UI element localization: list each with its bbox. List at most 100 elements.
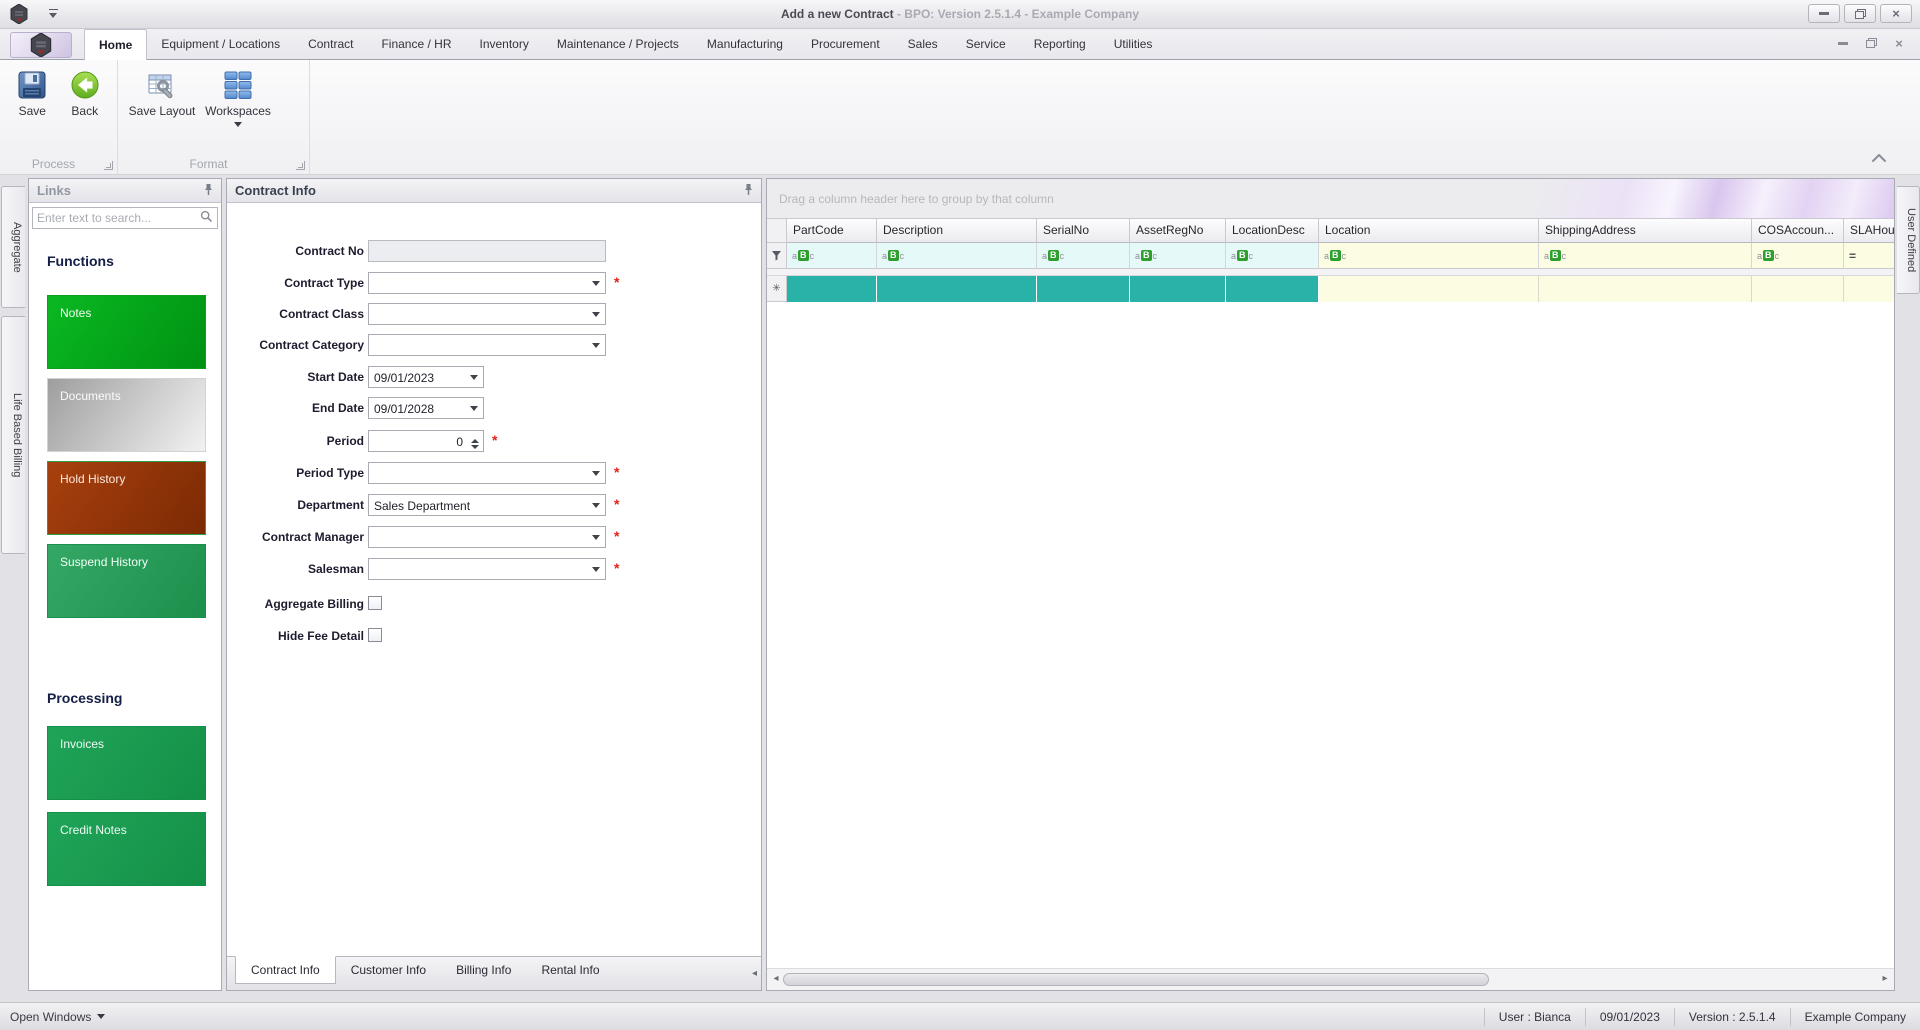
save-button[interactable]: Save [6, 64, 59, 118]
dialog-launcher-icon[interactable] [296, 161, 305, 170]
link-button-credit-notes[interactable]: Credit Notes [47, 812, 206, 886]
minimize-button[interactable] [1808, 4, 1840, 23]
filter-cell-serialno[interactable]: aBc [1037, 243, 1130, 269]
ribbon-tab-reporting[interactable]: Reporting [1020, 29, 1100, 60]
new-row-cell-location[interactable] [1319, 276, 1539, 302]
link-button-documents[interactable]: Documents [47, 378, 206, 452]
form-tab-contract-info[interactable]: Contract Info [235, 956, 336, 984]
scroll-left-icon[interactable]: ◂ [769, 972, 783, 986]
application-menu-button[interactable] [10, 32, 72, 58]
period-spinner[interactable]: 0 [368, 430, 484, 452]
form-tab-billing-info[interactable]: Billing Info [441, 957, 526, 985]
ribbon-tab-home[interactable]: Home [84, 29, 148, 60]
start-date-select[interactable]: 09/01/2023 [368, 366, 484, 388]
link-button-notes[interactable]: Notes [47, 295, 206, 369]
filter-cell-shippingaddress[interactable]: aBc [1539, 243, 1752, 269]
contract-no-field[interactable] [368, 240, 606, 262]
new-row-cell-locationdesc[interactable] [1226, 276, 1319, 302]
filter-indicator-cell[interactable] [767, 243, 787, 269]
ribbon-tab-inventory[interactable]: Inventory [465, 29, 542, 60]
new-row-cell-shippingaddress[interactable] [1539, 276, 1752, 302]
form-tab-customer-info[interactable]: Customer Info [336, 957, 441, 985]
column-header-serialno[interactable]: SerialNo [1037, 219, 1130, 243]
ribbon-tab-procurement[interactable]: Procurement [797, 29, 894, 60]
form-tab-strip: Contract Info Customer Info Billing Info Re… [227, 956, 761, 990]
filter-funnel-icon [772, 251, 781, 261]
aggregate-billing-checkbox[interactable] [368, 596, 382, 610]
salesman-select[interactable] [368, 558, 606, 580]
end-date-select[interactable]: 09/01/2028 [368, 397, 484, 419]
column-header-cosaccoun[interactable]: COSAccoun... [1752, 219, 1844, 243]
back-button[interactable]: Back [59, 64, 112, 118]
link-button-invoices[interactable]: Invoices [47, 726, 206, 800]
column-header-location[interactable]: Location [1319, 219, 1539, 243]
open-windows-button[interactable]: Open Windows [0, 1010, 106, 1024]
contract-manager-select[interactable] [368, 526, 606, 548]
collapse-ribbon-button[interactable] [1870, 152, 1888, 166]
ribbon-tab-maintenance-projects[interactable]: Maintenance / Projects [543, 29, 693, 60]
mdi-minimize-button[interactable] [1836, 36, 1850, 50]
ribbon-tab-service[interactable]: Service [952, 29, 1020, 60]
close-button[interactable]: × [1880, 4, 1912, 23]
filter-cell-assetregno[interactable]: aBc [1130, 243, 1226, 269]
ribbon-tab-equipment-locations[interactable]: Equipment / Locations [147, 29, 294, 60]
mdi-close-button[interactable]: × [1892, 36, 1906, 50]
new-row-cell-serialno[interactable] [1037, 276, 1130, 302]
column-header-locationdesc[interactable]: LocationDesc [1226, 219, 1319, 243]
ribbon-tab-finance-hr[interactable]: Finance / HR [367, 29, 465, 60]
scroll-right-icon[interactable]: ▸ [1878, 972, 1892, 986]
form-tab-rental-info[interactable]: Rental Info [526, 957, 614, 985]
column-header-assetregno[interactable]: AssetRegNo [1130, 219, 1226, 243]
new-row-cell-partcode[interactable] [787, 276, 877, 302]
side-tab-life-based-billing[interactable]: Life Based Billing [1, 316, 25, 554]
new-row-cell-slahour[interactable] [1844, 276, 1894, 302]
contract-class-select[interactable] [368, 303, 606, 325]
side-tab-user-defined[interactable]: User Defined [1897, 186, 1920, 294]
filter-cell-cosaccoun[interactable]: aBc [1752, 243, 1844, 269]
tab-scroll-left-icon[interactable]: ◂ [752, 968, 757, 979]
title-bar: Add a new Contract - BPO: Version 2.5.1.… [0, 0, 1920, 29]
link-button-hold-history[interactable]: Hold History [47, 461, 206, 535]
filter-cell-locationdesc[interactable]: aBc [1226, 243, 1319, 269]
spin-down-button[interactable] [468, 441, 482, 450]
ribbon-tab-manufacturing[interactable]: Manufacturing [693, 29, 797, 60]
restore-button[interactable] [1844, 4, 1876, 23]
link-button-suspend-history[interactable]: Suspend History [47, 544, 206, 618]
column-header-shippingaddress[interactable]: ShippingAddress [1539, 219, 1752, 243]
new-row-cell-assetregno[interactable] [1130, 276, 1226, 302]
side-tab-aggregate[interactable]: Aggregate [1, 186, 25, 308]
pin-icon[interactable] [744, 183, 753, 199]
ribbon-group-label: Process [31, 157, 76, 171]
new-row-cell-description[interactable] [877, 276, 1037, 302]
quick-access-dropdown[interactable] [48, 8, 60, 20]
hide-fee-detail-checkbox[interactable] [368, 628, 382, 642]
contract-type-select[interactable] [368, 272, 606, 294]
scrollbar-thumb[interactable] [783, 973, 1489, 986]
filter-cell-slahour[interactable]: = [1844, 243, 1894, 269]
save-layout-button[interactable]: Save Layout [124, 64, 200, 118]
column-header-partcode[interactable]: PartCode [787, 219, 877, 243]
search-icon[interactable] [200, 210, 213, 226]
ribbon-tab-contract[interactable]: Contract [294, 29, 367, 60]
ribbon-tab-sales[interactable]: Sales [894, 29, 952, 60]
department-select[interactable]: Sales Department [368, 494, 606, 516]
mdi-restore-button[interactable] [1864, 36, 1878, 50]
group-by-bar[interactable]: Drag a column header here to group by th… [767, 179, 1894, 219]
ribbon-tab-utilities[interactable]: Utilities [1100, 29, 1167, 60]
pin-icon[interactable] [204, 183, 213, 199]
contract-category-select[interactable] [368, 334, 606, 356]
column-header-slahour[interactable]: SLAHour [1844, 219, 1894, 243]
new-row-cell-cosaccoun[interactable] [1752, 276, 1844, 302]
filter-cell-location[interactable]: aBc [1319, 243, 1539, 269]
column-header-description[interactable]: Description [877, 219, 1037, 243]
spin-up-button[interactable] [468, 432, 482, 443]
period-type-select[interactable] [368, 462, 606, 484]
dialog-launcher-icon[interactable] [104, 161, 113, 170]
grid-empty-area[interactable] [767, 302, 1894, 968]
restore-icon [1854, 8, 1866, 19]
search-input[interactable] [37, 211, 200, 225]
chevron-down-icon [466, 368, 482, 386]
workspaces-button[interactable]: Workspaces [200, 64, 276, 131]
filter-cell-description[interactable]: aBc [877, 243, 1037, 269]
filter-cell-partcode[interactable]: aBc [787, 243, 877, 269]
